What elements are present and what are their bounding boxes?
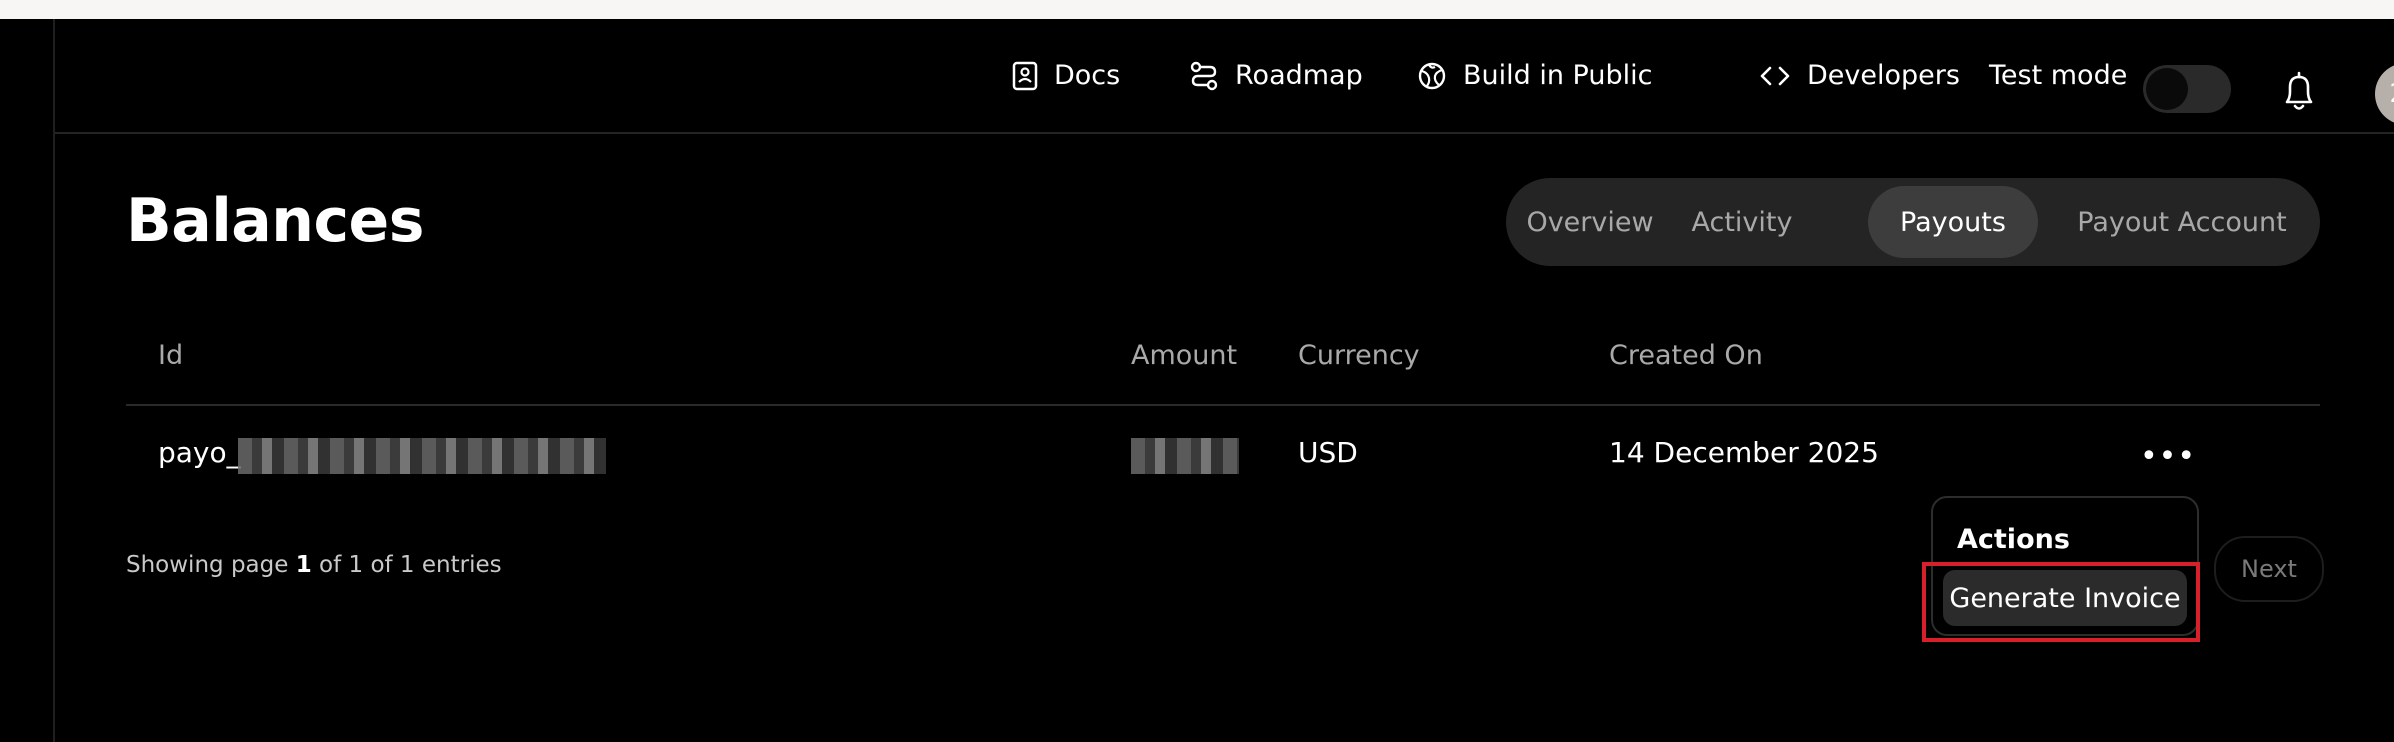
nav-build-in-public-label: Build in Public — [1463, 60, 1653, 91]
nav-developers-label: Developers — [1807, 60, 1960, 91]
left-sidebar — [0, 19, 55, 742]
tab-activity[interactable]: Activity — [1666, 186, 1818, 258]
bell-icon[interactable] — [2279, 70, 2319, 118]
book-icon — [1012, 61, 1038, 91]
tab-payouts[interactable]: Payouts — [1868, 186, 2038, 258]
route-icon — [1189, 61, 1219, 91]
actions-menu-title: Actions — [1957, 524, 2070, 555]
test-mode-text: Test mode — [1989, 60, 2128, 91]
nav-docs[interactable]: Docs — [1012, 19, 1120, 132]
nav-developers[interactable]: Developers — [1759, 19, 1960, 132]
nav-build-in-public[interactable]: Build in Public — [1417, 19, 1652, 132]
globe-icon — [1417, 61, 1447, 91]
browser-top-strip — [0, 0, 2394, 19]
payout-id-prefix: payo_ — [158, 436, 241, 469]
pagination-page: 1 — [295, 552, 312, 578]
tab-overview[interactable]: Overview — [1514, 186, 1666, 258]
toggle-knob — [2146, 68, 2188, 110]
nav-roadmap-label: Roadmap — [1235, 60, 1363, 91]
pagination-summary: Showing page 1 of 1 of 1 entries — [126, 552, 502, 578]
table-header-divider — [126, 404, 2320, 406]
avatar[interactable]: 27 — [2375, 63, 2394, 125]
payout-created-on: 14 December 2025 — [1609, 436, 1879, 469]
column-header-created-on: Created On — [1609, 340, 1763, 371]
column-header-currency: Currency — [1298, 340, 1420, 371]
tab-payout-account[interactable]: Payout Account — [2054, 186, 2310, 258]
payout-currency: USD — [1298, 436, 1358, 469]
redacted-amount — [1131, 438, 1239, 474]
nav-docs-label: Docs — [1054, 60, 1121, 91]
pagination-suffix: of 1 of 1 entries — [319, 552, 502, 578]
more-actions-icon[interactable]: ••• — [2140, 438, 2195, 474]
next-page-button[interactable]: Next — [2214, 536, 2324, 602]
code-icon — [1759, 63, 1791, 89]
test-mode-label: Test mode — [1989, 19, 2127, 132]
nav-roadmap[interactable]: Roadmap — [1189, 19, 1363, 132]
test-mode-toggle[interactable] — [2143, 65, 2231, 113]
page-title: Balances — [126, 186, 424, 256]
redacted-payout-id — [238, 438, 606, 474]
balances-tabs: Overview Activity Payouts Payout Account — [1506, 178, 2320, 266]
pagination-prefix: Showing page — [126, 552, 289, 578]
column-header-id: Id — [158, 340, 184, 371]
column-header-amount: Amount — [1131, 340, 1238, 371]
top-header: Docs Roadmap Build in Public Developers … — [55, 19, 2394, 134]
highlight-box — [1922, 562, 2200, 642]
